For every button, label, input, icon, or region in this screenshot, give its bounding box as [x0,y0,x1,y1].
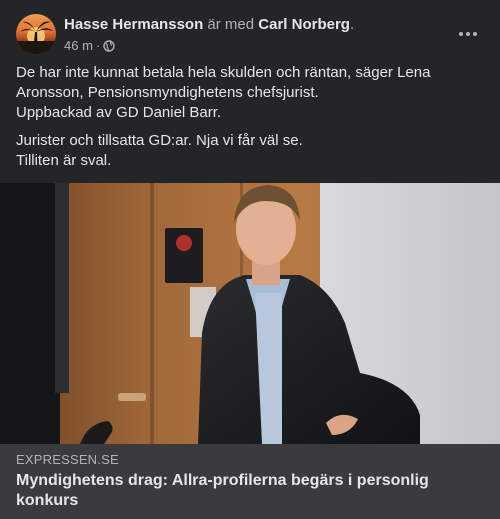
post-paragraph-1: De har inte kunnat betala hela skulden o… [16,63,484,123]
post-timestamp[interactable]: 46 m [64,38,93,54]
more-options-button[interactable] [454,22,482,46]
post-text-line: Uppbackad av GD Daniel Barr. [16,104,222,121]
author-avatar[interactable] [16,14,56,54]
post-text-line: De har inte kunnat betala hela skulden o… [16,64,431,81]
post-card: Hasse Hermansson är med Carl Norberg. 46… [0,0,500,519]
post-text-line: Tilliten är sval. [16,152,112,169]
post-paragraph-2: Jurister och tillsatta GD:ar. Nja vi får… [16,131,484,171]
with-text: är med [207,16,255,33]
link-domain: EXPRESSEN.SE [16,452,119,467]
globe-icon[interactable] [103,40,115,52]
post-text-line: Jurister och tillsatta GD:ar. Nja vi får… [16,132,303,149]
post-text-line: Aronsson, Pensionsmyndighetens chefsjuri… [16,84,319,101]
meta-separator: · [95,38,101,53]
tag-period: . [349,16,355,33]
article-photo[interactable] [0,183,500,444]
post-meta: 46 m · [64,38,115,54]
link-preview[interactable]: EXPRESSEN.SE Myndighetens drag: Allra-pr… [0,444,500,519]
author-name[interactable]: Hasse Hermansson [64,16,203,33]
link-title[interactable]: Myndighetens drag: Allra-profilerna begä… [16,471,482,511]
author-line: Hasse Hermansson är med Carl Norberg. [64,16,354,34]
post-text: De har inte kunnat betala hela skulden o… [16,63,484,179]
palm-sunset-image [16,21,56,54]
post-header: Hasse Hermansson är med Carl Norberg. 46… [16,14,484,56]
tagged-person[interactable]: Carl Norberg [258,16,350,33]
man-in-office-photo [0,183,500,444]
more-options-icon [459,32,463,36]
